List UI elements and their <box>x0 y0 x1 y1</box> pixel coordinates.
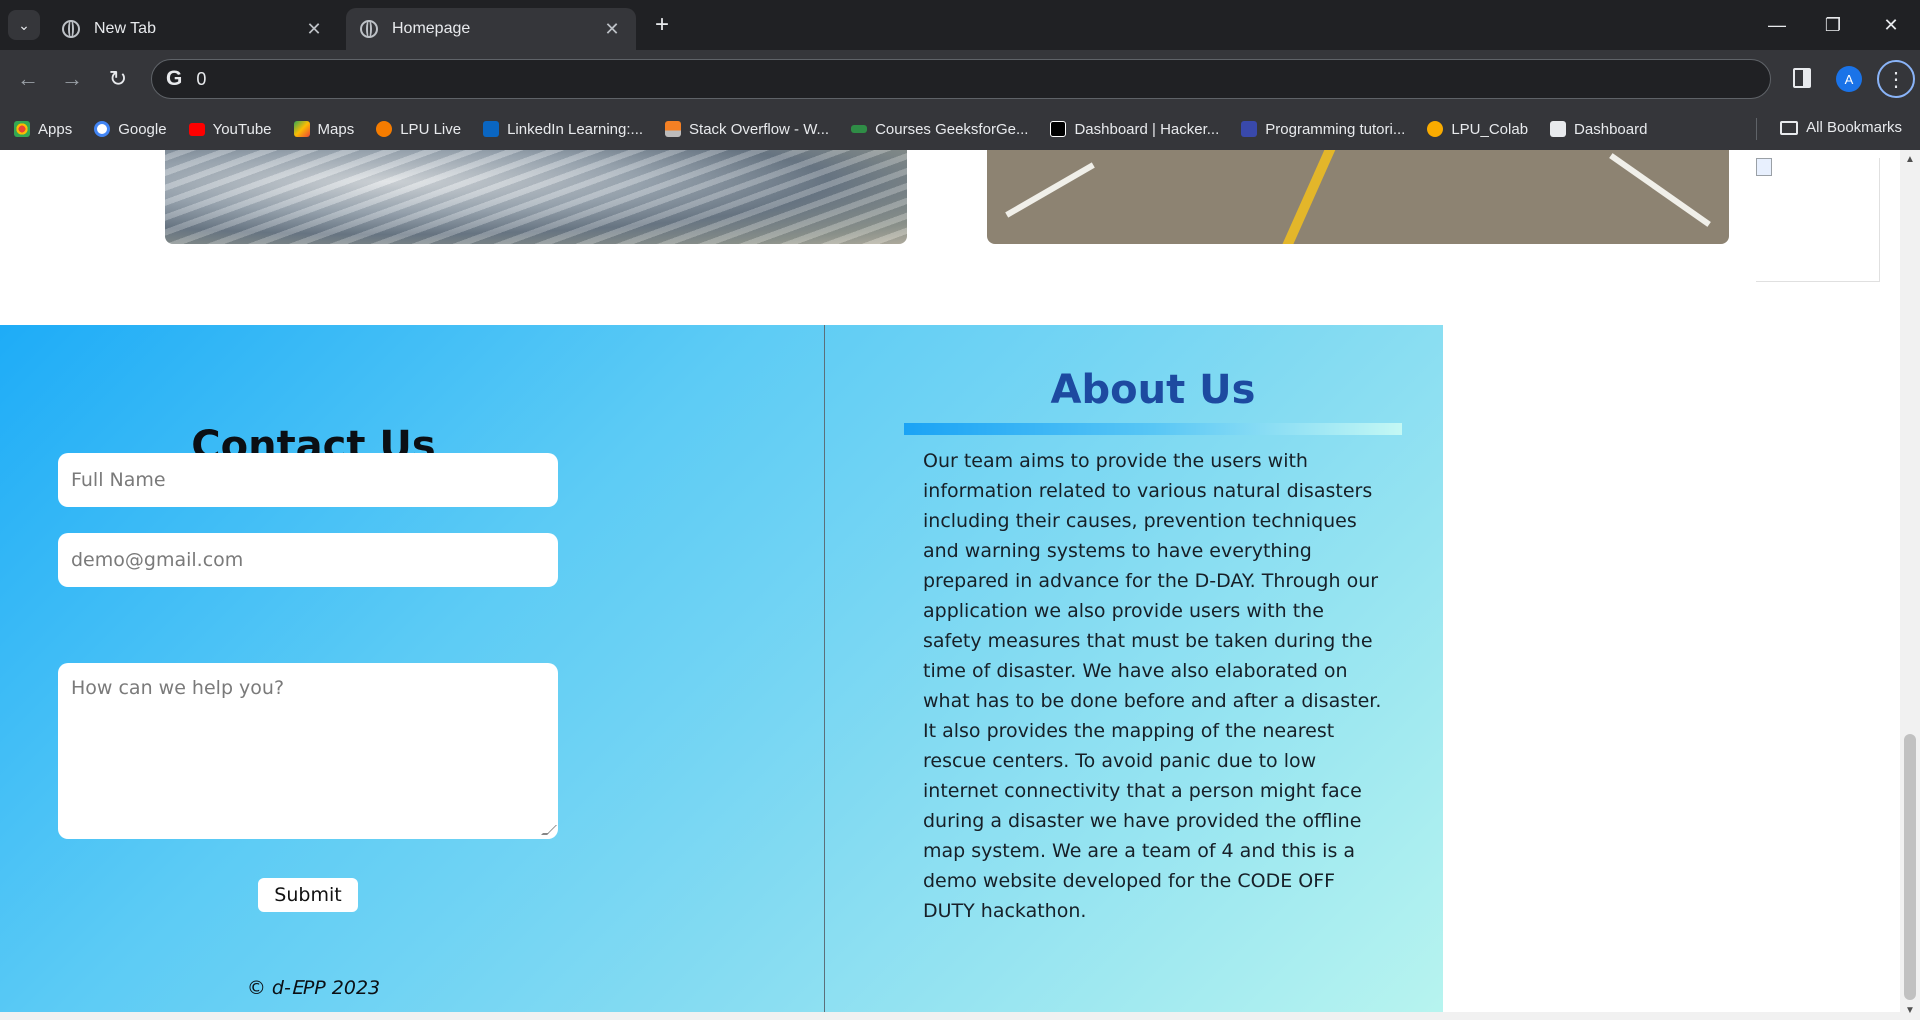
restore-icon[interactable]: ❐ <box>1808 8 1858 42</box>
lpu-live-icon <box>376 121 393 137</box>
email-input[interactable] <box>58 533 558 587</box>
bookmark-dashboard[interactable]: Dashboard <box>1550 121 1647 138</box>
tab-title: Homepage <box>392 20 471 37</box>
google-icon <box>94 121 111 137</box>
bookmark-programming[interactable]: Programming tutori... <box>1241 121 1405 138</box>
section-divider <box>824 325 825 1012</box>
broken-image <box>1756 158 1880 282</box>
tab-title: New Tab <box>94 20 156 37</box>
stack-overflow-icon <box>665 121 682 137</box>
geeksforgeeks-icon <box>851 125 868 133</box>
bookmark-linkedin-learning[interactable]: LinkedIn Learning:... <box>483 121 643 138</box>
scrollbar-thumb[interactable] <box>1904 734 1916 1000</box>
bookmarks-separator <box>1756 118 1757 140</box>
bookmark-apps[interactable]: Apps <box>14 121 72 138</box>
side-panel-icon[interactable] <box>1793 68 1811 88</box>
minimize-icon[interactable]: — <box>1752 8 1802 42</box>
address-bar[interactable]: G 0 <box>151 59 1771 99</box>
full-name-input[interactable] <box>58 453 558 507</box>
back-icon[interactable]: ← <box>13 64 43 94</box>
bookmarks-bar: Apps Google YouTube Maps LPU Live Linked… <box>0 108 1920 150</box>
message-textarea[interactable] <box>58 663 558 839</box>
window-bottom-edge <box>0 1012 1900 1020</box>
copyright-text: © d-𝖤PP 2023 <box>246 977 381 999</box>
chrome-icon <box>62 20 80 38</box>
close-icon[interactable]: ✕ <box>304 19 324 40</box>
contact-about-section: Contact Us Submit © d-𝖤PP 2023 About Us … <box>0 325 1443 1012</box>
address-text: 0 <box>196 68 207 89</box>
new-tab-plus-icon[interactable]: + <box>650 11 674 39</box>
globe-icon <box>360 20 378 38</box>
bookmark-lpu-live[interactable]: LPU Live <box>376 121 461 138</box>
all-bookmarks-button[interactable]: All Bookmarks <box>1780 119 1902 136</box>
colab-icon <box>1427 121 1444 137</box>
linkedin-learning-icon <box>483 121 500 137</box>
close-icon[interactable]: ✕ <box>602 19 622 40</box>
reload-icon[interactable]: ↻ <box>103 64 133 94</box>
scroll-down-arrow-icon[interactable]: ▼ <box>1900 1005 1920 1016</box>
cc-icon <box>1550 121 1567 137</box>
profile-avatar[interactable]: A <box>1836 66 1862 92</box>
tab-strip: ⌄ New Tab ✕ Homepage ✕ + — ❐ ✕ <box>0 0 1920 50</box>
about-paragraph: Our team aims to provide the users with … <box>923 450 1382 922</box>
scroll-up-arrow-icon[interactable]: ▲ <box>1900 154 1920 165</box>
bookmark-geeksforgeeks[interactable]: Courses GeeksforGe... <box>851 121 1028 138</box>
apps-grid-icon <box>14 121 30 137</box>
maps-icon <box>293 121 310 137</box>
tab-homepage[interactable]: Homepage ✕ <box>346 8 636 50</box>
bookmark-lpu-colab[interactable]: LPU_Colab <box>1427 121 1528 138</box>
submit-button[interactable]: Submit <box>258 878 358 912</box>
forward-icon[interactable]: → <box>57 64 87 94</box>
window-close-icon[interactable]: ✕ <box>1866 8 1916 42</box>
satellite-cloud-image <box>165 150 907 244</box>
youtube-icon <box>188 122 205 136</box>
bookmark-stack-overflow[interactable]: Stack Overflow - W... <box>665 121 829 138</box>
programming-icon <box>1241 121 1258 137</box>
road-image <box>987 150 1729 244</box>
kebab-menu-icon[interactable]: ⋮ <box>1877 60 1915 98</box>
vertical-scrollbar[interactable]: ▲ ▼ <box>1900 150 1920 1020</box>
bookmark-hackerrank[interactable]: Dashboard | Hacker... <box>1050 121 1219 138</box>
browser-toolbar: ← → ↻ G 0 A ⋮ <box>0 50 1920 108</box>
google-icon: G <box>166 67 183 90</box>
folder-icon <box>1780 120 1799 135</box>
hackerrank-icon <box>1050 121 1067 137</box>
bookmark-maps[interactable]: Maps <box>293 121 354 138</box>
broken-image-icon <box>1756 158 1772 176</box>
tab-new-tab[interactable]: New Tab ✕ <box>48 8 338 50</box>
about-underline-bar <box>904 423 1402 435</box>
tab-search-chevron-icon[interactable]: ⌄ <box>8 10 40 40</box>
page-viewport: Contact Us Submit © d-𝖤PP 2023 About Us … <box>0 150 1900 1012</box>
bookmark-youtube[interactable]: YouTube <box>188 121 272 138</box>
about-title: About Us <box>1050 367 1256 413</box>
bookmark-google[interactable]: Google <box>94 121 167 138</box>
